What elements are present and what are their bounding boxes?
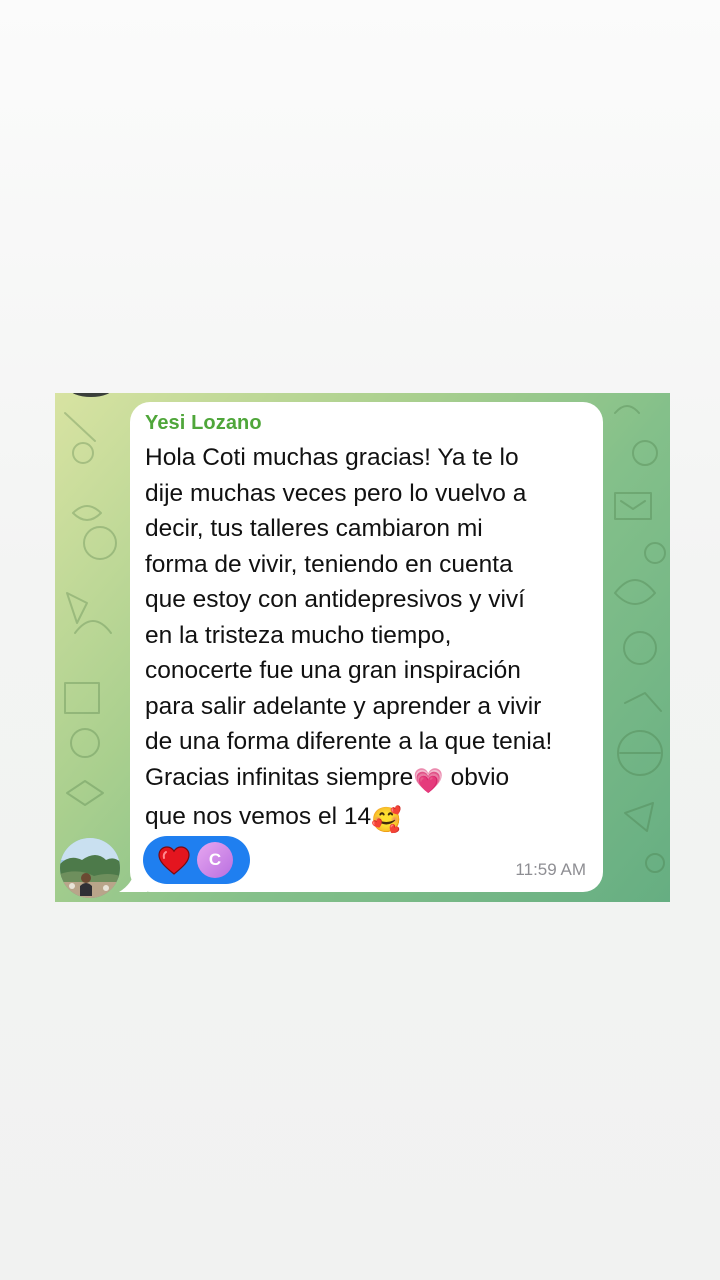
message-text-segment: Gracias infinitas siempre	[145, 763, 414, 791]
reactor-avatar[interactable]: C	[197, 842, 233, 878]
reaction-pill[interactable]: C	[143, 836, 250, 884]
message-line: en la tristeza mucho tiempo,	[145, 621, 452, 649]
sender-name[interactable]: Yesi Lozano	[145, 412, 262, 435]
message-line: Hola Coti muchas gracias! Ya te lo	[145, 444, 519, 471]
message-bubble[interactable]: Yesi Lozano Hola Coti muchas gracias! Ya…	[130, 402, 603, 892]
message-line: para salir adelante y aprender a vivir	[145, 692, 542, 720]
message-text-segment: obvio	[450, 763, 510, 791]
message-timestamp: 11:59 AM	[515, 860, 586, 879]
sender-avatar[interactable]	[60, 838, 120, 898]
message-text-segment: que nos vemos el 14	[145, 803, 372, 830]
message-line: forma de vivir, teniendo en cuenta	[145, 550, 513, 578]
message-text: Hola Coti muchas gracias! Ya te lo dije …	[145, 440, 595, 839]
message-line: conocerte fue una gran inspiración	[145, 657, 521, 684]
red-heart-icon	[158, 846, 190, 875]
growing-heart-emoji: 💗	[413, 767, 444, 795]
message-line: dije muchas veces pero lo vuelvo a	[145, 479, 527, 507]
message-line: decir, tus talleres cambiaron mi	[145, 515, 483, 542]
message-line: de una forma diferente a la que tenia!	[145, 728, 553, 755]
message-line: Gracias infinitas siempre💗 obvio	[145, 760, 595, 800]
message-line: que nos vemos el 14🥰	[145, 799, 595, 839]
smiling-face-with-hearts-emoji: 🥰	[371, 807, 402, 834]
message-line: que estoy con antidepresivos y viví	[145, 586, 525, 613]
chat-screenshot: Yesi Lozano Hola Coti muchas gracias! Ya…	[55, 393, 670, 902]
